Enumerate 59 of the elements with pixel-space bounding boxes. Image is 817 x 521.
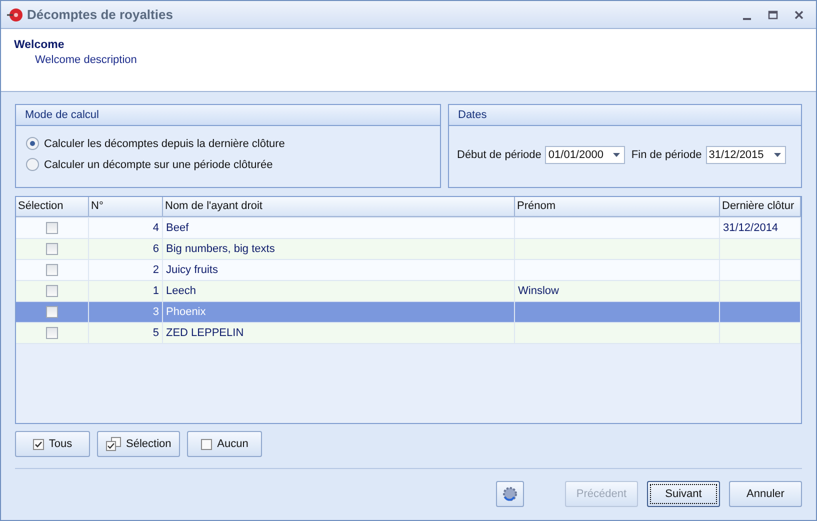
page-title: Welcome: [14, 39, 66, 51]
table-cell: 1: [89, 281, 163, 301]
table-cell: Winslow: [515, 281, 720, 301]
checked-box-icon: [32, 438, 44, 450]
date-label: Fin de période: [631, 149, 702, 161]
gear-icon: [501, 485, 519, 503]
table-cell: 2: [89, 260, 163, 280]
dropdown-arrow-icon: [774, 153, 781, 157]
wizard-button[interactable]: Annuler: [729, 481, 802, 507]
table-cell: 4: [89, 218, 163, 238]
column-header[interactable]: Prénom: [515, 197, 720, 217]
table-cell: Beef: [163, 218, 515, 238]
date-field[interactable]: 31/12/2015: [706, 146, 786, 164]
table-cell: 3: [89, 302, 163, 322]
dropdown-arrow-icon: [613, 153, 620, 157]
group-title: Mode de calcul: [16, 105, 440, 126]
table-cell: 5: [89, 323, 163, 343]
column-header[interactable]: Dernière clôtur: [720, 197, 801, 217]
refresh-button[interactable]: [496, 481, 524, 507]
table-row[interactable]: 6 Big numbers, big texts: [16, 239, 801, 260]
minimize-icon: [743, 18, 751, 20]
table-cell: Phoenix: [163, 302, 515, 322]
radio-button[interactable]: [26, 158, 39, 171]
option-label: Calculer les décomptes depuis la dernière clôture: [44, 138, 285, 150]
row-checkbox[interactable]: [46, 222, 58, 234]
table-row[interactable]: 5 ZED LEPPELIN: [16, 323, 801, 344]
table-cell: 31/12/2014: [720, 218, 801, 238]
date-label: Début de période: [457, 149, 542, 161]
row-checkbox[interactable]: [46, 327, 58, 339]
empty-box-icon: [201, 438, 212, 450]
table-row[interactable]: 1 Leech Winslow: [16, 281, 801, 302]
date-field[interactable]: 01/01/2000: [545, 146, 626, 164]
row-checkbox[interactable]: [46, 306, 58, 318]
table-cell: 6: [89, 239, 163, 259]
window-title: Décomptes de royalties: [27, 7, 174, 22]
select-button[interactable]: Tous: [15, 431, 90, 457]
disc-icon: [7, 6, 23, 22]
table-cell: Leech: [163, 281, 515, 301]
row-checkbox[interactable]: [46, 285, 58, 297]
table-cell: ZED LEPPELIN: [163, 323, 515, 343]
checkboxes-icon: [106, 437, 121, 451]
column-header[interactable]: N°: [89, 197, 163, 217]
radio-button[interactable]: [26, 137, 39, 150]
select-button[interactable]: Aucun: [187, 431, 262, 457]
page-description: Welcome description: [35, 54, 138, 66]
close-icon: [794, 10, 804, 20]
column-header[interactable]: Nom de l'ayant droit: [163, 197, 515, 217]
table-cell: Juicy fruits: [163, 260, 515, 280]
table-row[interactable]: 4 Beef 31/12/2014: [16, 218, 801, 239]
group-title: Dates: [449, 105, 801, 126]
option-label: Calculer un décompte sur une période clôturée: [44, 158, 273, 170]
wizard-button[interactable]: Suivant: [647, 481, 720, 507]
table-row[interactable]: 2 Juicy fruits: [16, 260, 801, 281]
row-checkbox[interactable]: [46, 264, 58, 276]
select-button[interactable]: Sélection: [97, 431, 180, 457]
column-header[interactable]: Sélection: [16, 197, 89, 217]
maximize-icon: [768, 10, 778, 20]
table-cell: Big numbers, big texts: [163, 239, 515, 259]
row-checkbox[interactable]: [46, 243, 58, 255]
